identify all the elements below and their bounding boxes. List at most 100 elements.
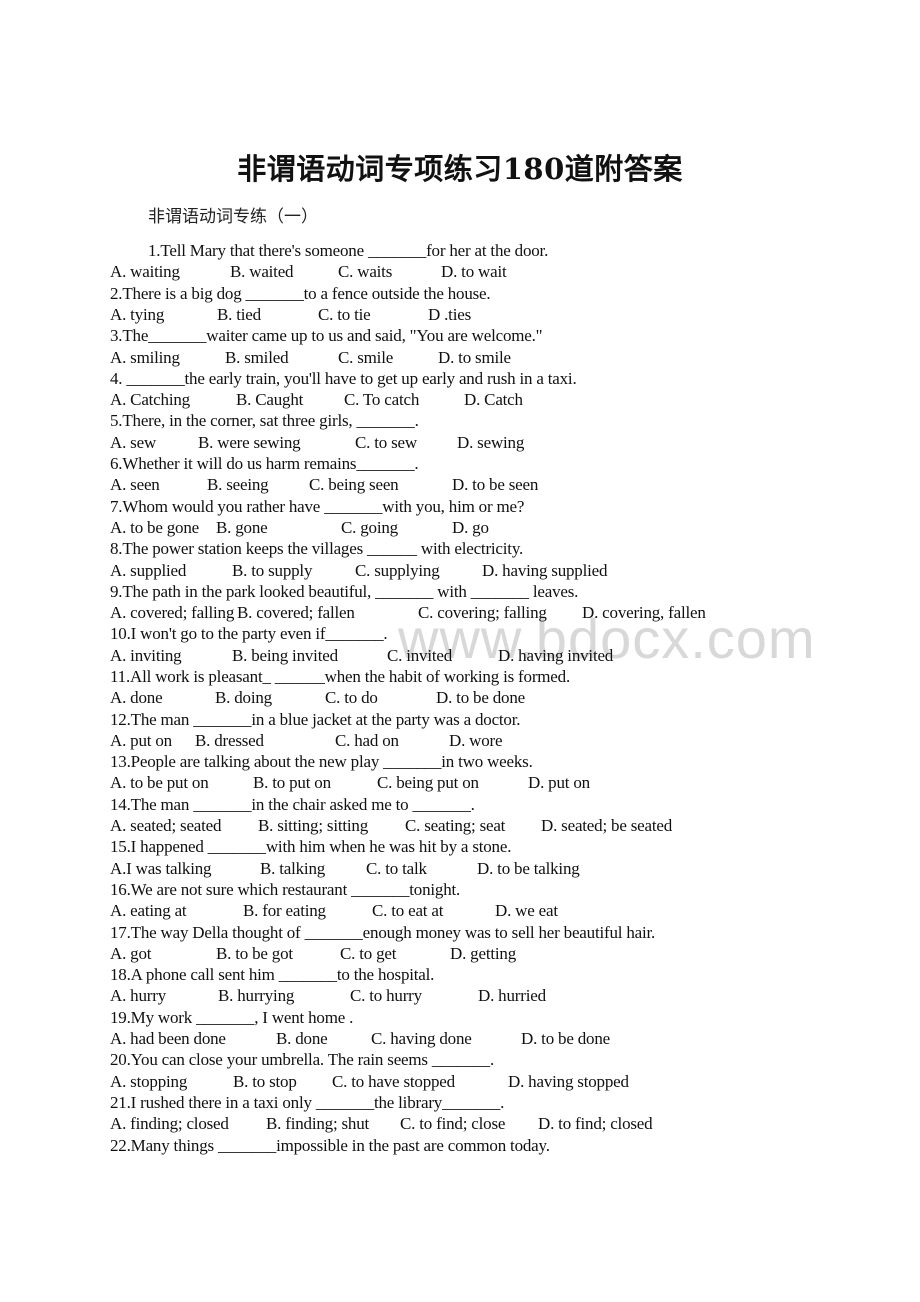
question-text: 4. _______the early train, you'll have t…: [110, 369, 577, 388]
option-d: D. having stopped: [508, 1072, 629, 1091]
option-c: C. had on: [335, 731, 399, 750]
option-a: A. finding; closed: [110, 1114, 229, 1133]
options-row: A. to be put on B. to put on C. being put …: [0, 772, 920, 793]
option-c: C. to talk: [366, 859, 427, 878]
question-text: 9.The path in the park looked beautiful,…: [110, 582, 579, 601]
document-page: 非谓语动词专项练习180道附答案 非谓语动词专练（一） www.bdocx.co…: [0, 0, 920, 1302]
options-row: A. inviting B. being invited C. invited D. …: [0, 645, 920, 666]
options-row: A. eating at B. for eating C. to eat at D. …: [0, 900, 920, 921]
option-d: D. go: [452, 518, 489, 537]
options-row: A. Catching B. Caught C. To catch D. Catch: [0, 389, 920, 410]
option-d: D. to find; closed: [538, 1114, 653, 1133]
option-b: B. to supply: [232, 561, 313, 580]
question-text: 11.All work is pleasant_ ______when the …: [110, 667, 571, 686]
option-b: B. being invited: [232, 646, 338, 665]
question-text: 14.The man _______in the chair asked me …: [110, 795, 475, 814]
document-title: 非谓语动词专项练习180道附答案: [237, 152, 683, 186]
question-text: 22.Many things _______impossible in the …: [110, 1136, 550, 1155]
question-text: 13.People are talking about the new play…: [110, 752, 533, 771]
option-c: C. waits: [338, 262, 393, 281]
option-b: B. to stop: [233, 1072, 297, 1091]
options-row: A. got B. to be got C. to get D. getting: [0, 943, 920, 964]
option-c: C. to have stopped: [332, 1072, 455, 1091]
option-b: B. sitting; sitting: [258, 816, 369, 835]
option-a: A. inviting: [110, 646, 182, 665]
option-c: C. being seen: [309, 475, 399, 494]
option-d: D. Catch: [464, 390, 523, 409]
option-a: A. put on: [110, 731, 172, 750]
option-d: D. wore: [449, 731, 503, 750]
option-a: A. seen: [110, 475, 160, 494]
option-b: B. seeing: [207, 475, 269, 494]
option-b: B. doing: [215, 688, 272, 707]
question-text: 18.A phone call sent him _______to the h…: [110, 965, 435, 984]
option-a: A. eating at: [110, 901, 187, 920]
option-a: A. smiling: [110, 348, 180, 367]
option-d: D. covering, fallen: [582, 603, 706, 622]
option-a: A. stopping: [110, 1072, 188, 1091]
question-text: 2.There is a big dog _______to a fence o…: [110, 284, 491, 303]
question-text: 12.The man _______in a blue jacket at th…: [110, 710, 521, 729]
question-text: 1.Tell Mary that there's someone _______…: [148, 241, 549, 260]
option-c: C. to hurry: [350, 986, 422, 1005]
option-c: C. covering; falling: [418, 603, 547, 622]
option-a: A. covered; falling: [110, 603, 235, 622]
option-d: D. to be seen: [452, 475, 539, 494]
option-b: B. for eating: [243, 901, 326, 920]
option-b: B. to be got: [216, 944, 293, 963]
option-d: D. sewing: [457, 433, 525, 452]
options-row: A. put on B. dressed C. had on D. wore: [0, 730, 920, 751]
option-a: A. to be put on: [110, 773, 209, 792]
option-d: D. having invited: [498, 646, 614, 665]
option-d: D. to smile: [438, 348, 511, 367]
option-b: B. done: [276, 1029, 328, 1048]
option-d: D. getting: [450, 944, 516, 963]
question-text: 15.I happened _______with him when he wa…: [110, 837, 512, 856]
question-text: 7.Whom would you rather have _______with…: [110, 497, 525, 516]
option-a: A. to be gone: [110, 518, 199, 537]
option-c: C. to sew: [355, 433, 417, 452]
question-text: 20.You can close your umbrella. The rain…: [110, 1050, 495, 1069]
option-d: D .ties: [428, 305, 471, 324]
option-d: D. seated; be seated: [541, 816, 672, 835]
option-d: D. to be done: [436, 688, 525, 707]
option-c: C. having done: [371, 1029, 472, 1048]
question-text: 17.The way Della thought of _______enoug…: [110, 923, 656, 942]
option-a: A.I was talking: [110, 859, 212, 878]
options-row: A. to be gone B. gone C. going D. go: [0, 517, 920, 538]
question-text: 3.The_______waiter came up to us and sai…: [110, 326, 543, 345]
option-b: B. talking: [260, 859, 326, 878]
option-a: A. supplied: [110, 561, 187, 580]
option-b: B. dressed: [195, 731, 264, 750]
question-text: 10.I won't go to the party even if______…: [110, 624, 388, 643]
option-c: C. seating; seat: [405, 816, 506, 835]
option-b: B. were sewing: [198, 433, 301, 452]
question-text: 16.We are not sure which restaurant ____…: [110, 880, 461, 899]
option-a: A. hurry: [110, 986, 166, 1005]
option-b: B. finding; shut: [266, 1114, 370, 1133]
options-row: A. smiling B. smiled C. smile D. to smile: [0, 347, 920, 368]
question-text: 19.My work _______, I went home .: [110, 1008, 354, 1027]
option-b: B. smiled: [225, 348, 289, 367]
option-d: D. having supplied: [482, 561, 608, 580]
option-c: C. to find; close: [400, 1114, 506, 1133]
options-row: A. seated; seated B. sitting; sitting C. s…: [0, 815, 920, 836]
option-d: D. we eat: [495, 901, 558, 920]
option-c: C. invited: [387, 646, 453, 665]
options-row: A. seen B. seeing C. being seen D. to be se…: [0, 474, 920, 495]
options-row: A.I was talking B. talking C. to talk D. to…: [0, 858, 920, 879]
option-c: C. To catch: [344, 390, 420, 409]
options-row: A. stopping B. to stop C. to have stopped D…: [0, 1071, 920, 1092]
option-b: B. waited: [230, 262, 294, 281]
option-a: A. Catching: [110, 390, 190, 409]
option-c: C. to eat at: [372, 901, 444, 920]
section-heading: 非谓语动词专练（一）: [148, 207, 318, 227]
option-a: A. seated; seated: [110, 816, 222, 835]
option-c: C. smile: [338, 348, 394, 367]
option-d: D. to be done: [521, 1029, 610, 1048]
option-a: A. had been done: [110, 1029, 226, 1048]
options-row: A. sew B. were sewing C. to sew D. sewing: [0, 432, 920, 453]
option-b: B. covered; fallen: [237, 603, 355, 622]
option-c: C. to tie: [318, 305, 371, 324]
options-row: A. hurry B. hurrying C. to hurry D. hurried: [0, 985, 920, 1006]
